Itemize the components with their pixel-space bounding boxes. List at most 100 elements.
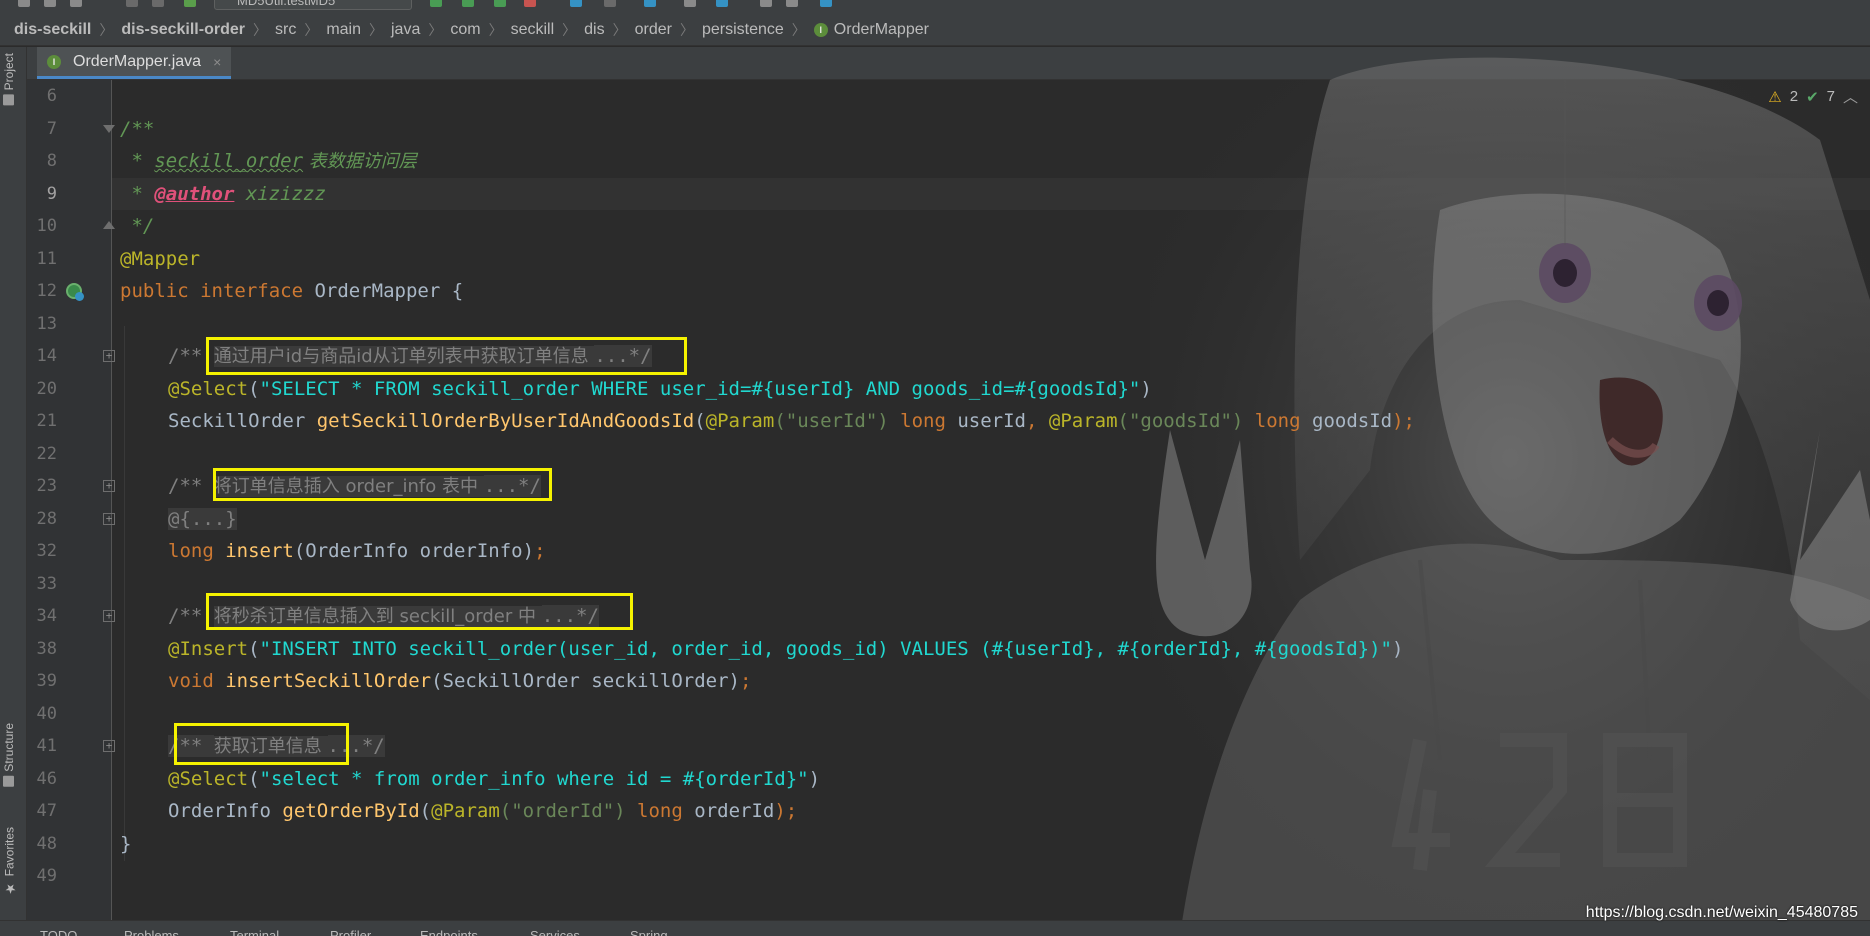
line-number: 47 [36,801,57,821]
run-icon[interactable] [430,0,442,7]
breadcrumb-separator: 〉 [562,21,577,38]
code-line[interactable]: * seckill_order 表数据访问层 [120,145,416,177]
line-number: 46 [36,769,57,789]
fold-expand-icon[interactable]: + [103,740,115,752]
code-line[interactable]: @Insert("INSERT INTO seckill_order(user_… [168,633,1403,665]
project-tool-label: Project [2,53,16,91]
breadcrumb-separator: 〉 [252,21,267,38]
punctuation: ( [248,378,260,400]
breadcrumb-item[interactable]: dis-seckill [14,21,91,39]
punctuation: ( [694,410,706,432]
javadoc-tag: @author [154,183,235,205]
breadcrumb-item[interactable]: java [391,21,420,39]
code-line[interactable]: void insertSeckillOrder(SeckillOrder sec… [168,665,751,697]
breadcrumb-separator: 〉 [679,21,694,38]
folder-icon[interactable] [18,0,30,7]
left-tool-strip: Project Structure ★ Favorites [0,47,27,920]
debug-icon[interactable] [462,0,474,7]
update-icon[interactable] [570,0,582,7]
parameters: (SeckillOrder seckillOrder) [431,670,740,692]
folded-annotation[interactable]: @{...} [168,508,237,530]
keyword: long [888,410,958,432]
close-icon[interactable]: × [213,54,221,70]
save-icon[interactable] [44,0,56,7]
watermark-url: https://blog.csdn.net/weixin_45480785 [1585,904,1858,921]
project-tool-tab[interactable]: Project [2,53,16,106]
code-line[interactable]: /** [120,113,154,145]
structure-tool-tab[interactable]: Structure [2,723,16,787]
code-line[interactable]: public interface OrderMapper { [120,275,463,307]
favorites-tool-tab[interactable]: ★ Favorites [2,827,17,895]
method-name: getSeckillOrderByUserIdAndGoodsId [316,410,695,432]
stop-icon[interactable] [604,0,616,7]
identifier: OrderMapper { [314,280,464,302]
code-line[interactable]: OrderInfo getOrderById(@Param("orderId")… [168,795,797,827]
line-number: 39 [36,671,57,691]
sql-string: "select * from order_info where id = #{o… [259,768,809,790]
breadcrumb-item[interactable]: dis-seckill-order [121,21,245,39]
annotation: @Select [168,768,249,790]
breadcrumb-item[interactable]: main [326,21,361,39]
string: ("orderId") [499,800,626,822]
keyword: long [625,800,695,822]
tab-ordermapper[interactable]: I OrderMapper.java × [37,47,232,79]
sync-icon[interactable] [70,0,82,7]
fold-expand-icon[interactable]: + [103,513,115,525]
code-line[interactable]: * @author xizizzz [120,178,325,210]
breadcrumb-separator: 〉 [304,21,319,38]
coverage-icon[interactable] [494,0,506,7]
code-line[interactable]: @Select("SELECT * FROM seckill_order WHE… [168,373,1152,405]
line-number: 20 [36,379,57,399]
structure-icon [3,775,15,787]
git-icon[interactable] [644,0,656,7]
keyword: void [168,670,226,692]
code-line[interactable]: SeckillOrder getSeckillOrderByUserIdAndG… [168,405,1415,437]
breadcrumb-item[interactable]: src [275,21,296,39]
window-icon[interactable] [760,0,772,7]
forward-icon[interactable] [152,0,164,7]
highlight-box [174,723,349,765]
implemented-interface-icon[interactable] [66,283,84,301]
line-number: 33 [36,574,57,594]
punctuation: , [1025,410,1049,432]
line-number: 8 [46,151,57,171]
code-line[interactable]: */ [120,210,154,242]
line-number: 7 [46,119,57,139]
code-line[interactable]: @Select("select * from order_info where … [168,763,820,795]
fold-expand-icon[interactable]: + [103,480,115,492]
search-icon[interactable] [786,0,798,7]
line-number: 32 [36,541,57,561]
fold-expand-icon[interactable]: + [103,350,115,362]
line-number: 23 [36,476,57,496]
translate-icon[interactable] [820,0,832,7]
code-line[interactable]: @{...} [168,503,237,535]
run-configuration-select[interactable]: MD5Util.testMD5 [214,0,412,10]
line-number: 9 [46,184,57,204]
breadcrumb-item[interactable]: seckill [511,21,555,39]
fold-start-icon[interactable] [103,123,115,135]
breadcrumb: dis-seckill 〉 dis-seckill-order 〉 src 〉 … [0,14,1870,46]
inspection-widget[interactable]: ⚠ 2 ✔ 7 ︿ [1768,86,1858,107]
annotation: @Param [1048,410,1118,432]
breadcrumb-item[interactable]: persistence [702,21,784,39]
highlight-box [213,468,552,501]
structure-icon[interactable] [716,0,728,7]
code-line[interactable]: } [120,828,131,860]
profile-icon[interactable] [524,0,536,7]
fold-end-icon[interactable] [103,219,115,231]
breadcrumb-item[interactable]: dis [584,21,604,39]
breadcrumb-item[interactable]: com [450,21,480,39]
code-line[interactable]: @Mapper [120,243,200,275]
line-number: 49 [36,866,57,886]
breadcrumb-item[interactable]: order [635,21,672,39]
structure-tool-label: Structure [2,723,16,772]
build-hammer-icon[interactable] [184,0,196,7]
breadcrumb-item-current[interactable]: I OrderMapper [813,21,929,39]
line-number: 48 [36,834,57,854]
fold-expand-icon[interactable]: + [103,610,115,622]
chevron-up-icon[interactable]: ︿ [1843,86,1858,107]
back-icon[interactable] [126,0,138,7]
wrench-icon[interactable] [684,0,696,7]
doc-comment-text: * [120,183,155,205]
code-line[interactable]: long insert(OrderInfo orderInfo); [168,535,546,567]
